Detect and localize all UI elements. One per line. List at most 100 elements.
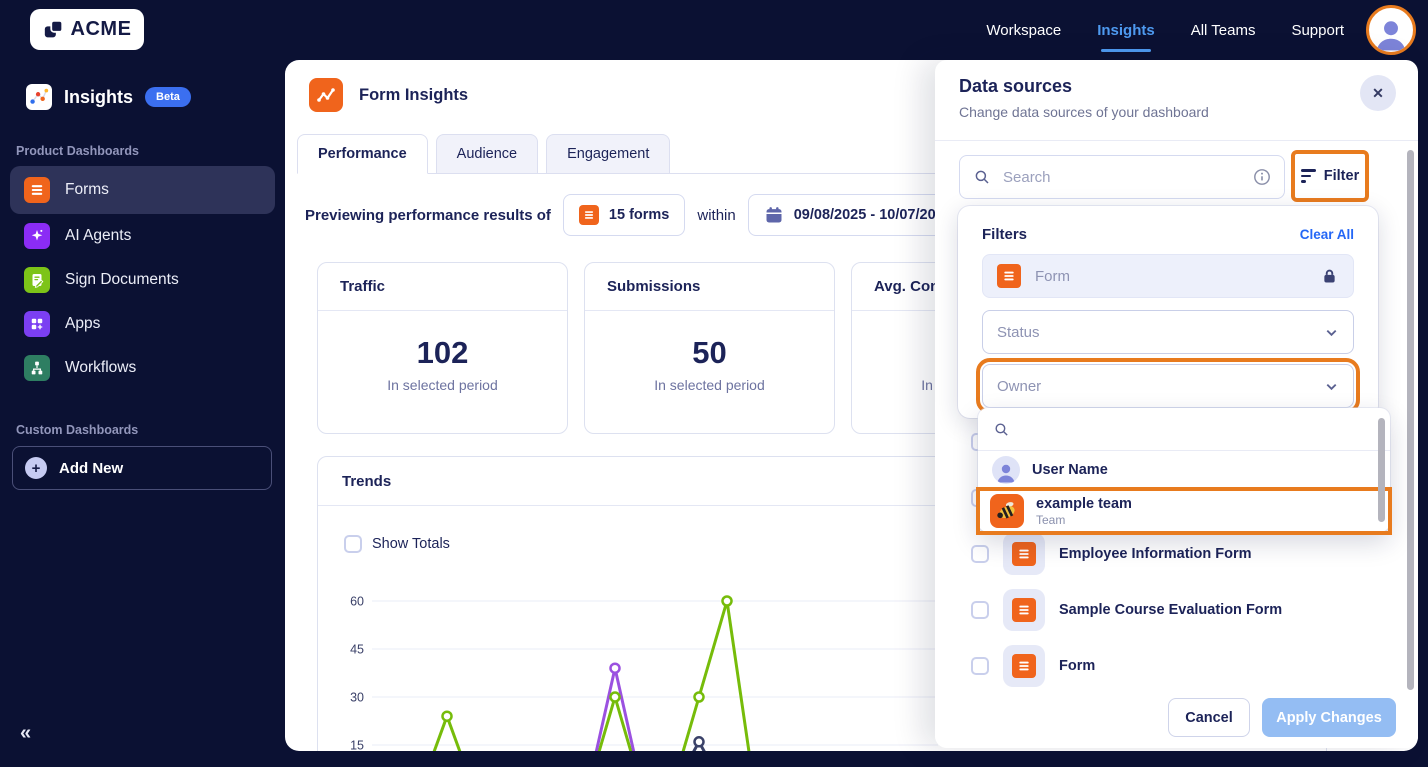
- team-option-type: Team: [1036, 512, 1066, 527]
- filter-button-label: Filter: [1323, 168, 1360, 184]
- sidebar-item-label: Apps: [65, 315, 101, 332]
- data-sources-search[interactable]: [959, 155, 1285, 199]
- filter-row-label: Status: [997, 323, 1040, 341]
- panel-subtitle: Change data sources of your dashboard: [959, 104, 1209, 120]
- show-totals-label: Show Totals: [372, 536, 450, 552]
- collapse-sidebar-button[interactable]: «: [20, 722, 31, 745]
- form-list-row[interactable]: Form: [935, 638, 1398, 694]
- preview-row: Previewing performance results of 15 for…: [305, 194, 968, 236]
- preview-text: Previewing performance results of: [305, 206, 551, 224]
- sidebar-app-title: Insights: [64, 86, 134, 107]
- owner-option-user[interactable]: User Name: [978, 451, 1390, 489]
- form-checkbox[interactable]: [971, 545, 989, 563]
- form-list-label: Form: [1059, 658, 1096, 674]
- top-nav: ACME Workspace Insights All Teams Suppor…: [0, 0, 1428, 60]
- cancel-button[interactable]: Cancel: [1168, 698, 1250, 737]
- filters-popover: Filters Clear All Form Status Owner: [958, 206, 1378, 418]
- dropdown-scrollbar[interactable]: [1378, 418, 1385, 522]
- workflows-icon: [24, 355, 50, 381]
- sidebar-nav: Forms AI Agents Sign Documents Apps Work…: [0, 166, 285, 390]
- brand-mark-icon: [43, 19, 65, 41]
- tab-audience[interactable]: Audience: [435, 134, 539, 174]
- team-option-name: example team: [1036, 495, 1132, 512]
- apply-changes-button[interactable]: Apply Changes: [1262, 698, 1396, 737]
- filter-row-form[interactable]: Form: [982, 254, 1354, 298]
- filters-title: Filters: [982, 226, 1028, 243]
- panel-title: Data sources: [959, 76, 1073, 96]
- search-icon: [973, 168, 991, 186]
- svg-text:45: 45: [350, 643, 364, 657]
- svg-text:60: 60: [350, 595, 364, 609]
- stat-card-title: Traffic: [318, 263, 567, 311]
- form-insights-icon: [309, 78, 343, 112]
- form-tile-icon: [1003, 589, 1045, 631]
- sidebar-item-apps[interactable]: Apps: [10, 302, 275, 346]
- user-option-name: User Name: [1032, 462, 1108, 478]
- filter-row-label: Form: [1035, 267, 1070, 285]
- clear-all-link[interactable]: Clear All: [1300, 227, 1354, 242]
- form-icon: [578, 205, 599, 225]
- user-avatar[interactable]: [1366, 5, 1416, 55]
- plus-icon: +: [25, 457, 47, 479]
- filter-icon: [1300, 169, 1316, 183]
- filter-button[interactable]: Filter: [1291, 150, 1369, 202]
- panel-scrollbar[interactable]: [1407, 150, 1414, 690]
- owner-option-team[interactable]: example team Team: [976, 487, 1392, 535]
- nav-link-workspace[interactable]: Workspace: [986, 22, 1061, 39]
- panel-footer: Cancel Apply Changes: [935, 688, 1418, 748]
- preview-connector: within: [697, 206, 736, 224]
- lock-icon: [1320, 267, 1339, 286]
- sidebar-item-label: AI Agents: [65, 227, 132, 244]
- nav-link-all-teams[interactable]: All Teams: [1191, 22, 1256, 39]
- owner-dropdown: User Name example team Team: [976, 408, 1392, 535]
- sidebar-item-label: Sign Documents: [65, 271, 179, 288]
- close-panel-button[interactable]: ✕: [1360, 75, 1396, 111]
- sidebar-item-workflows[interactable]: Workflows: [10, 346, 275, 390]
- sidebar: Insights Beta Product Dashboards Forms A…: [0, 60, 285, 767]
- owner-search[interactable]: [978, 408, 1390, 451]
- svg-text:15: 15: [350, 739, 364, 752]
- svg-text:30: 30: [350, 691, 364, 705]
- form-list-row[interactable]: Employee Information Form: [935, 526, 1398, 582]
- stat-card-value: 102: [416, 335, 469, 370]
- date-range-label: 09/08/2025 - 10/07/2025: [793, 207, 952, 223]
- sidebar-item-forms[interactable]: Forms: [10, 166, 275, 214]
- nav-link-insights[interactable]: Insights: [1097, 22, 1155, 52]
- stat-card-subtitle: In selected period: [654, 377, 765, 393]
- owner-search-input[interactable]: [1020, 420, 1375, 438]
- user-avatar-icon: [992, 456, 1020, 484]
- search-input[interactable]: [1001, 167, 1243, 187]
- tab-performance[interactable]: Performance: [297, 134, 428, 174]
- calendar-icon: [764, 205, 784, 225]
- show-totals-checkbox[interactable]: [344, 535, 362, 553]
- form-tile-icon: [1003, 533, 1045, 575]
- forms-icon: [24, 177, 50, 203]
- add-new-dashboard-button[interactable]: + Add New: [12, 446, 272, 490]
- data-sources-panel: Data sources Change data sources of your…: [935, 60, 1418, 748]
- trends-chart: 15 30 45 60: [350, 595, 938, 752]
- forms-selector-chip[interactable]: 15 forms: [562, 194, 686, 236]
- brand-logo[interactable]: ACME: [30, 9, 144, 50]
- stat-card-subtitle: In selected period: [387, 377, 498, 393]
- insights-app-icon: [26, 84, 52, 110]
- info-icon[interactable]: [1253, 168, 1271, 186]
- stat-card-submissions: Submissions 50 In selected period: [584, 262, 835, 434]
- stat-card-title: Submissions: [585, 263, 834, 311]
- form-checkbox[interactable]: [971, 657, 989, 675]
- form-list-row[interactable]: Sample Course Evaluation Form: [935, 582, 1398, 638]
- form-checkbox[interactable]: [971, 601, 989, 619]
- sidebar-item-label: Workflows: [65, 359, 137, 376]
- form-list-label: Employee Information Form: [1059, 546, 1252, 562]
- add-new-label: Add New: [59, 459, 124, 477]
- tab-engagement[interactable]: Engagement: [546, 134, 671, 174]
- filter-row-owner[interactable]: Owner: [976, 358, 1360, 414]
- show-totals-toggle[interactable]: Show Totals: [344, 535, 450, 553]
- chevron-down-icon: [1324, 325, 1339, 340]
- sidebar-item-sign-documents[interactable]: Sign Documents: [10, 258, 275, 302]
- filter-row-status[interactable]: Status: [982, 310, 1354, 354]
- person-icon: [1376, 21, 1406, 51]
- sidebar-item-ai-agents[interactable]: AI Agents: [10, 214, 275, 258]
- form-tile-icon: [1003, 645, 1045, 687]
- sign-documents-icon: [24, 267, 50, 293]
- nav-link-support[interactable]: Support: [1291, 22, 1344, 39]
